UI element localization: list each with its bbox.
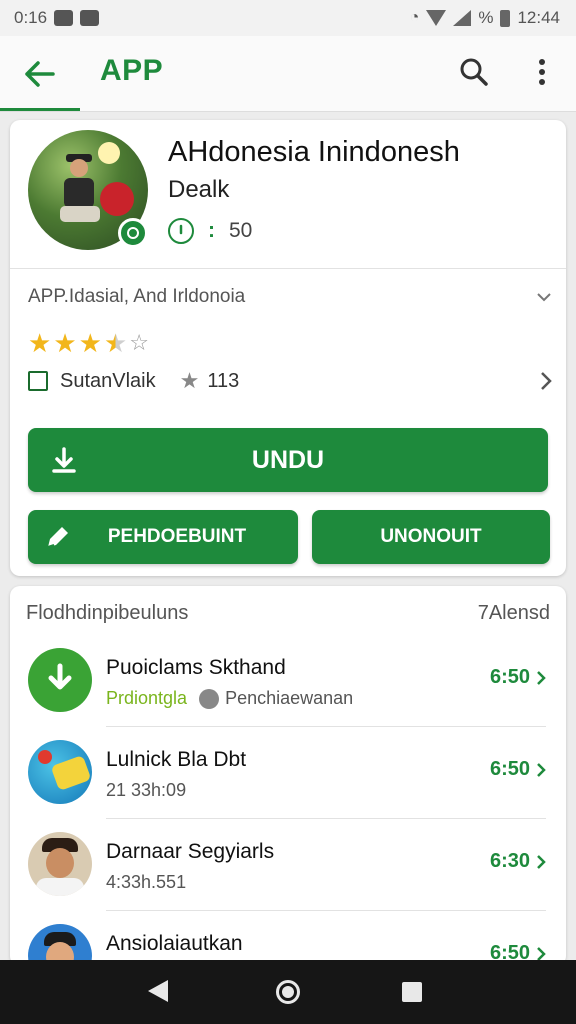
list-header: Flodhdinpibeuluns 7Alensd: [26, 602, 550, 625]
chevron-right-icon[interactable]: [540, 371, 552, 391]
app-meta: : 50: [168, 218, 252, 244]
list-header-title: Flodhdinpibeuluns: [26, 602, 189, 624]
list-item[interactable]: Lulnick Bla Dbt 21 33h:09 6:50: [10, 726, 566, 818]
item-price-value: 6:50: [489, 758, 530, 780]
verified-badge-icon: [118, 218, 148, 248]
status-time-right: 12:44: [517, 8, 560, 27]
signal-icon: [453, 10, 472, 26]
checkbox-label: SutanVlaik: [60, 369, 156, 392]
list-header-action[interactable]: 7Alensd: [478, 602, 550, 625]
star-icon: ★: [179, 368, 200, 393]
item-price: 6:50: [490, 666, 546, 689]
download-icon: [48, 663, 72, 690]
item-subtitle: 21 33h:09: [106, 780, 186, 801]
review-count: 113: [207, 369, 240, 392]
clock-icon: [168, 218, 194, 244]
item-name: Ansiolaiautkan: [106, 932, 243, 955]
secondary-button-left[interactable]: PEHDOEBUINT: [28, 510, 298, 564]
status-right: ◔ % 12:44: [410, 8, 560, 28]
download-icon: [52, 447, 76, 473]
list-item[interactable]: Ansiolaiautkan 6:50: [10, 910, 566, 966]
item-subtitle: 4:33h.551: [106, 872, 186, 893]
wifi-icon: [426, 10, 447, 26]
checkbox[interactable]: [28, 371, 48, 391]
star-icon: ★: [28, 328, 52, 358]
alarm-icon: ◔: [409, 9, 420, 26]
app-detail-card: AHdonesia Inindonesh Dealk : 50 APP.Idas…: [10, 120, 566, 576]
star-icon: ★: [78, 328, 102, 358]
install-button[interactable]: UNDU: [28, 428, 548, 492]
chevron-right-icon: [537, 854, 546, 869]
battery-percent: %: [478, 8, 494, 27]
chevron-down-icon[interactable]: [536, 292, 552, 302]
chevron-right-icon: [537, 762, 546, 777]
app-bar-title: APP: [100, 54, 164, 87]
install-button-label: UNDU: [251, 445, 325, 474]
developer-row[interactable]: APP.Idasial, And Irldonoia: [28, 286, 552, 308]
battery-icon: [500, 9, 511, 27]
item-name: Darnaar Segyiarls: [106, 840, 275, 863]
item-price: 6:50: [490, 758, 546, 781]
nav-recents-icon[interactable]: [402, 982, 422, 1002]
nav-home-icon[interactable]: [276, 980, 300, 1004]
item-tag: Prdiontgla: [106, 688, 188, 708]
star-icon: ★: [53, 328, 77, 358]
status-bar: 0:16 ◔ % 12:44: [0, 0, 576, 36]
list-item[interactable]: Darnaar Segyiarls 4:33h.551 6:30: [10, 818, 566, 910]
nav-back-icon[interactable]: [148, 980, 168, 1002]
item-price: 6:30: [490, 850, 546, 873]
more-vert-icon[interactable]: [524, 54, 560, 90]
item-subtitle: Prdiontgla Penchiaewanan: [106, 688, 353, 709]
item-sub-text: 21 33h:09: [106, 780, 187, 800]
rating-stars: ★ ★ ★ ★ ☆: [28, 330, 149, 356]
check-row: SutanVlaik ★ 113: [28, 368, 552, 394]
location-icon: [199, 688, 220, 709]
app-icon: [28, 648, 92, 712]
tab-indicator: [0, 108, 80, 111]
status-time-left: 0:16: [14, 8, 48, 27]
back-arrow-icon[interactable]: [20, 54, 60, 94]
item-sub-text: 4:33h.551: [106, 872, 187, 892]
item-name: Lulnick Bla Dbt: [106, 748, 247, 771]
item-sub-text: Penchiaewanan: [225, 688, 354, 708]
search-icon[interactable]: [456, 54, 492, 90]
list-card: Flodhdinpibeuluns 7Alensd Puoiclams Skth…: [10, 586, 566, 966]
person-image: [60, 154, 100, 222]
app-bar: APP: [0, 36, 576, 112]
notification-icon: [54, 10, 74, 26]
app-subtitle: Dealk: [168, 176, 230, 203]
status-left: 0:16: [14, 8, 100, 28]
meta-value: 50: [229, 219, 253, 242]
chevron-right-icon: [537, 670, 546, 685]
notification-icon: [80, 10, 100, 26]
secondary-button-left-label: PEHDOEBUINT: [107, 526, 247, 547]
item-price-value: 6:30: [489, 850, 530, 872]
edit-icon: [47, 527, 68, 548]
star-empty-icon: ☆: [129, 330, 149, 355]
system-nav-bar: [0, 960, 576, 1024]
developer-name: APP.Idasial, And Irldonoia: [28, 286, 246, 307]
item-price-value: 6:50: [489, 666, 530, 688]
secondary-button-right[interactable]: UNONOUIT: [312, 510, 550, 564]
separator: :: [208, 219, 215, 242]
item-name: Puoiclams Skthand: [106, 656, 286, 679]
app-icon: [28, 740, 92, 804]
avatar: [28, 832, 92, 896]
star-half-icon: ★: [103, 328, 128, 358]
list-item[interactable]: Puoiclams Skthand Prdiontgla Penchiaewan…: [10, 634, 566, 726]
secondary-button-right-label: UNONOUIT: [380, 526, 482, 547]
app-title: AHdonesia Inindonesh: [168, 136, 460, 168]
divider: [10, 268, 566, 269]
